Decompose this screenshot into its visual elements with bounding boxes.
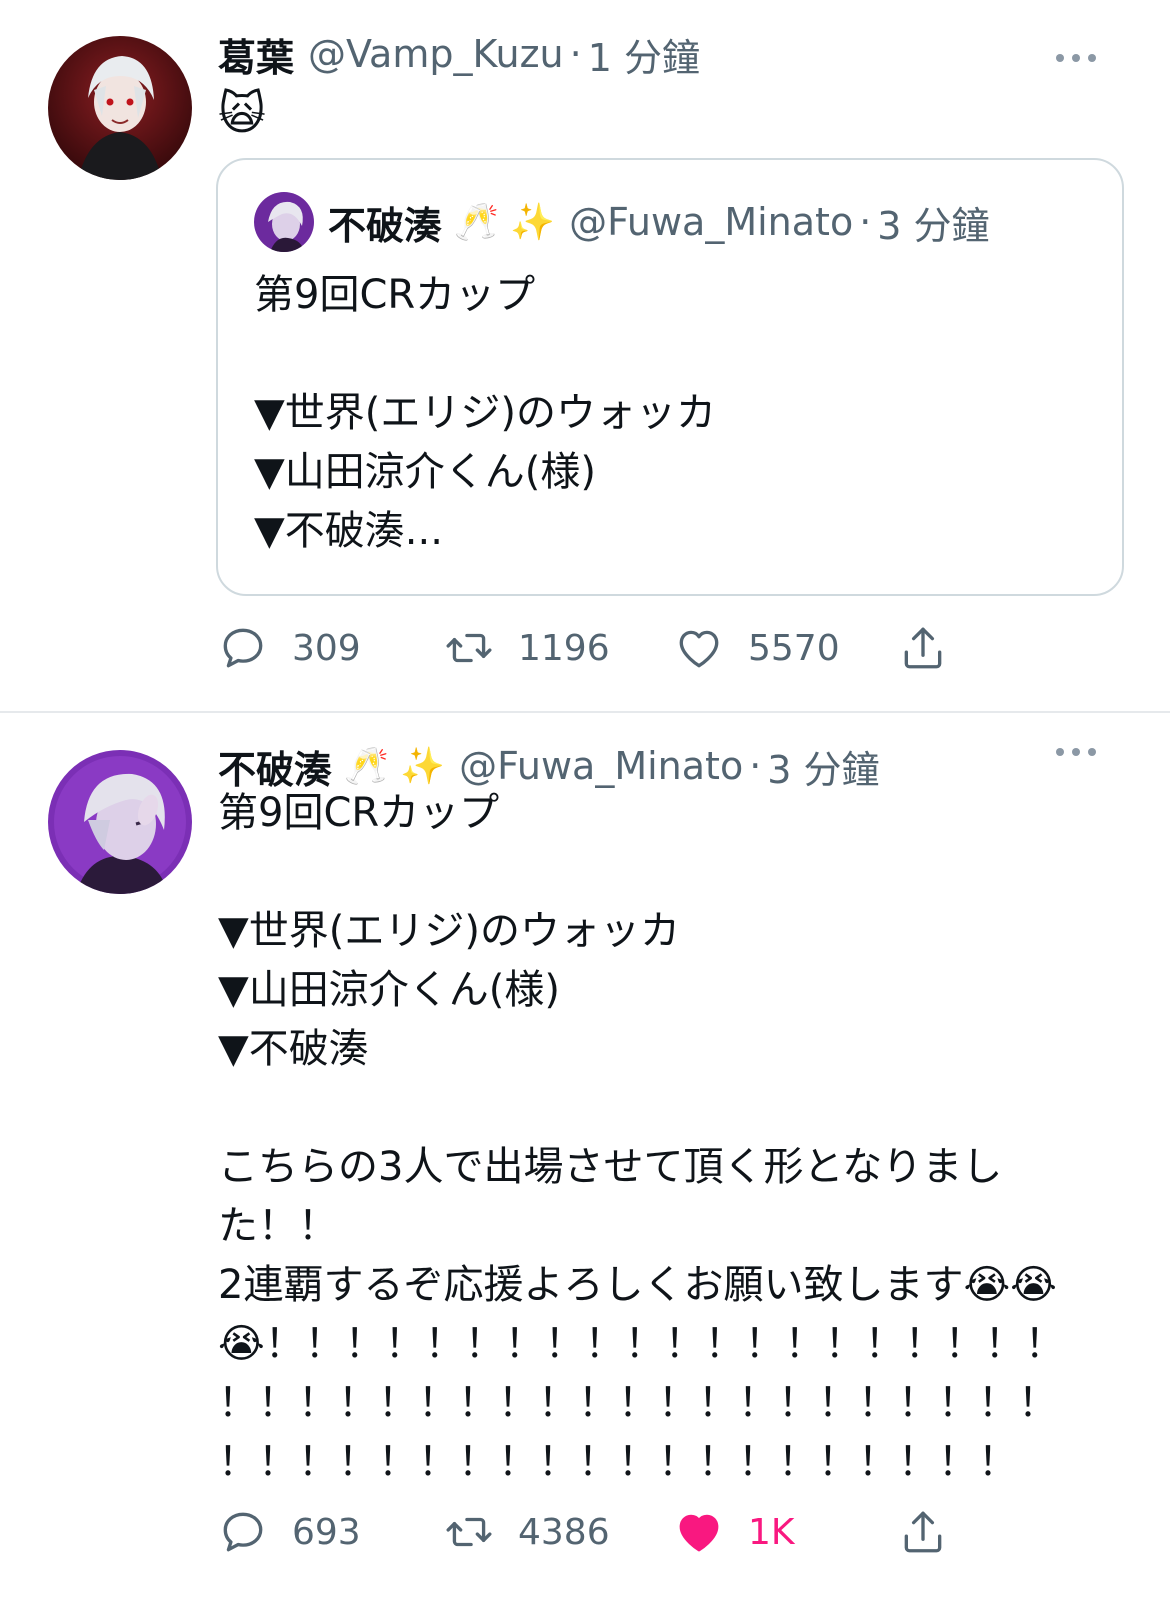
timestamp[interactable]: 1 分鐘	[588, 27, 700, 82]
retweet-count: 4386	[518, 1511, 610, 1553]
quoted-avatar	[254, 192, 314, 252]
quoted-tweet[interactable]: 不破湊 🥂 ✨ @Fuwa_Minato · 3 分鐘 第9回CRカップ ▼世界…	[216, 158, 1124, 596]
share-button[interactable]	[898, 1502, 972, 1562]
avatar-image	[48, 36, 192, 180]
avatar[interactable]	[48, 36, 192, 180]
reply-button[interactable]: 309	[218, 618, 361, 678]
share-icon	[904, 1511, 942, 1553]
display-name[interactable]: 葛葉	[218, 27, 294, 82]
share-button[interactable]	[898, 618, 972, 678]
reply-icon	[223, 1512, 263, 1552]
timestamp: 3 分鐘	[877, 203, 990, 248]
tweet-header: 葛葉 @Vamp_Kuzu · 1 分鐘	[218, 24, 700, 84]
user-handle: @Fuwa_Minato	[569, 200, 854, 244]
retweet-icon	[446, 1517, 492, 1547]
tweet-text: 第9回CRカップ ▼世界(エリジ)のウォッカ ▼山田涼介くん(様) ▼不破湊 こ…	[218, 790, 1065, 1485]
like-button[interactable]: 1K	[674, 1502, 795, 1562]
reply-count: 693	[292, 1511, 361, 1553]
avatar-image	[48, 750, 192, 894]
tweet-actions: 693 4386 1K	[218, 1502, 978, 1562]
reply-icon	[223, 628, 263, 668]
retweet-count: 1196	[518, 627, 610, 669]
like-count: 5570	[748, 627, 840, 669]
name-emoji: 🥂 ✨	[454, 202, 556, 243]
display-name: 不破湊	[328, 203, 443, 248]
retweet-button[interactable]: 4386	[444, 1502, 610, 1562]
more-icon[interactable]	[1054, 746, 1098, 758]
name-emoji: 🥂 ✨	[344, 746, 446, 787]
retweet-button[interactable]: 1196	[444, 618, 610, 678]
quoted-tweet-header: 不破湊 🥂 ✨ @Fuwa_Minato · 3 分鐘	[254, 190, 990, 254]
reply-count: 309	[292, 627, 361, 669]
like-button[interactable]: 5570	[674, 618, 840, 678]
tweet[interactable]: 不破湊 🥂 ✨ @Fuwa_Minato · 3 分鐘 第9回CRカップ ▼世界…	[0, 714, 1170, 1600]
tweet-text: 🙀	[218, 86, 266, 140]
tweet-divider	[0, 711, 1170, 713]
more-icon[interactable]	[1054, 52, 1098, 64]
reply-button[interactable]: 693	[218, 1502, 361, 1562]
tweet-actions: 309 1196 5570	[218, 618, 978, 678]
user-handle[interactable]: @Vamp_Kuzu	[308, 32, 564, 76]
quoted-tweet-text: 第9回CRカップ ▼世界(エリジ)のウォッカ ▼山田涼介くん(様) ▼不破湊..…	[254, 272, 716, 554]
like-icon	[679, 630, 719, 668]
tweet[interactable]: 葛葉 @Vamp_Kuzu · 1 分鐘 🙀 不破湊 🥂 ✨ @Fuwa_Min…	[0, 0, 1170, 712]
avatar[interactable]	[48, 750, 192, 894]
separator: ·	[749, 744, 762, 788]
retweet-icon	[446, 633, 492, 663]
like-count: 1K	[748, 1511, 795, 1553]
separator: ·	[859, 200, 872, 244]
user-handle[interactable]: @Fuwa_Minato	[459, 744, 743, 788]
separator: ·	[569, 32, 582, 76]
share-icon	[904, 627, 942, 669]
like-icon	[679, 1514, 719, 1552]
avatar-image	[254, 192, 314, 252]
